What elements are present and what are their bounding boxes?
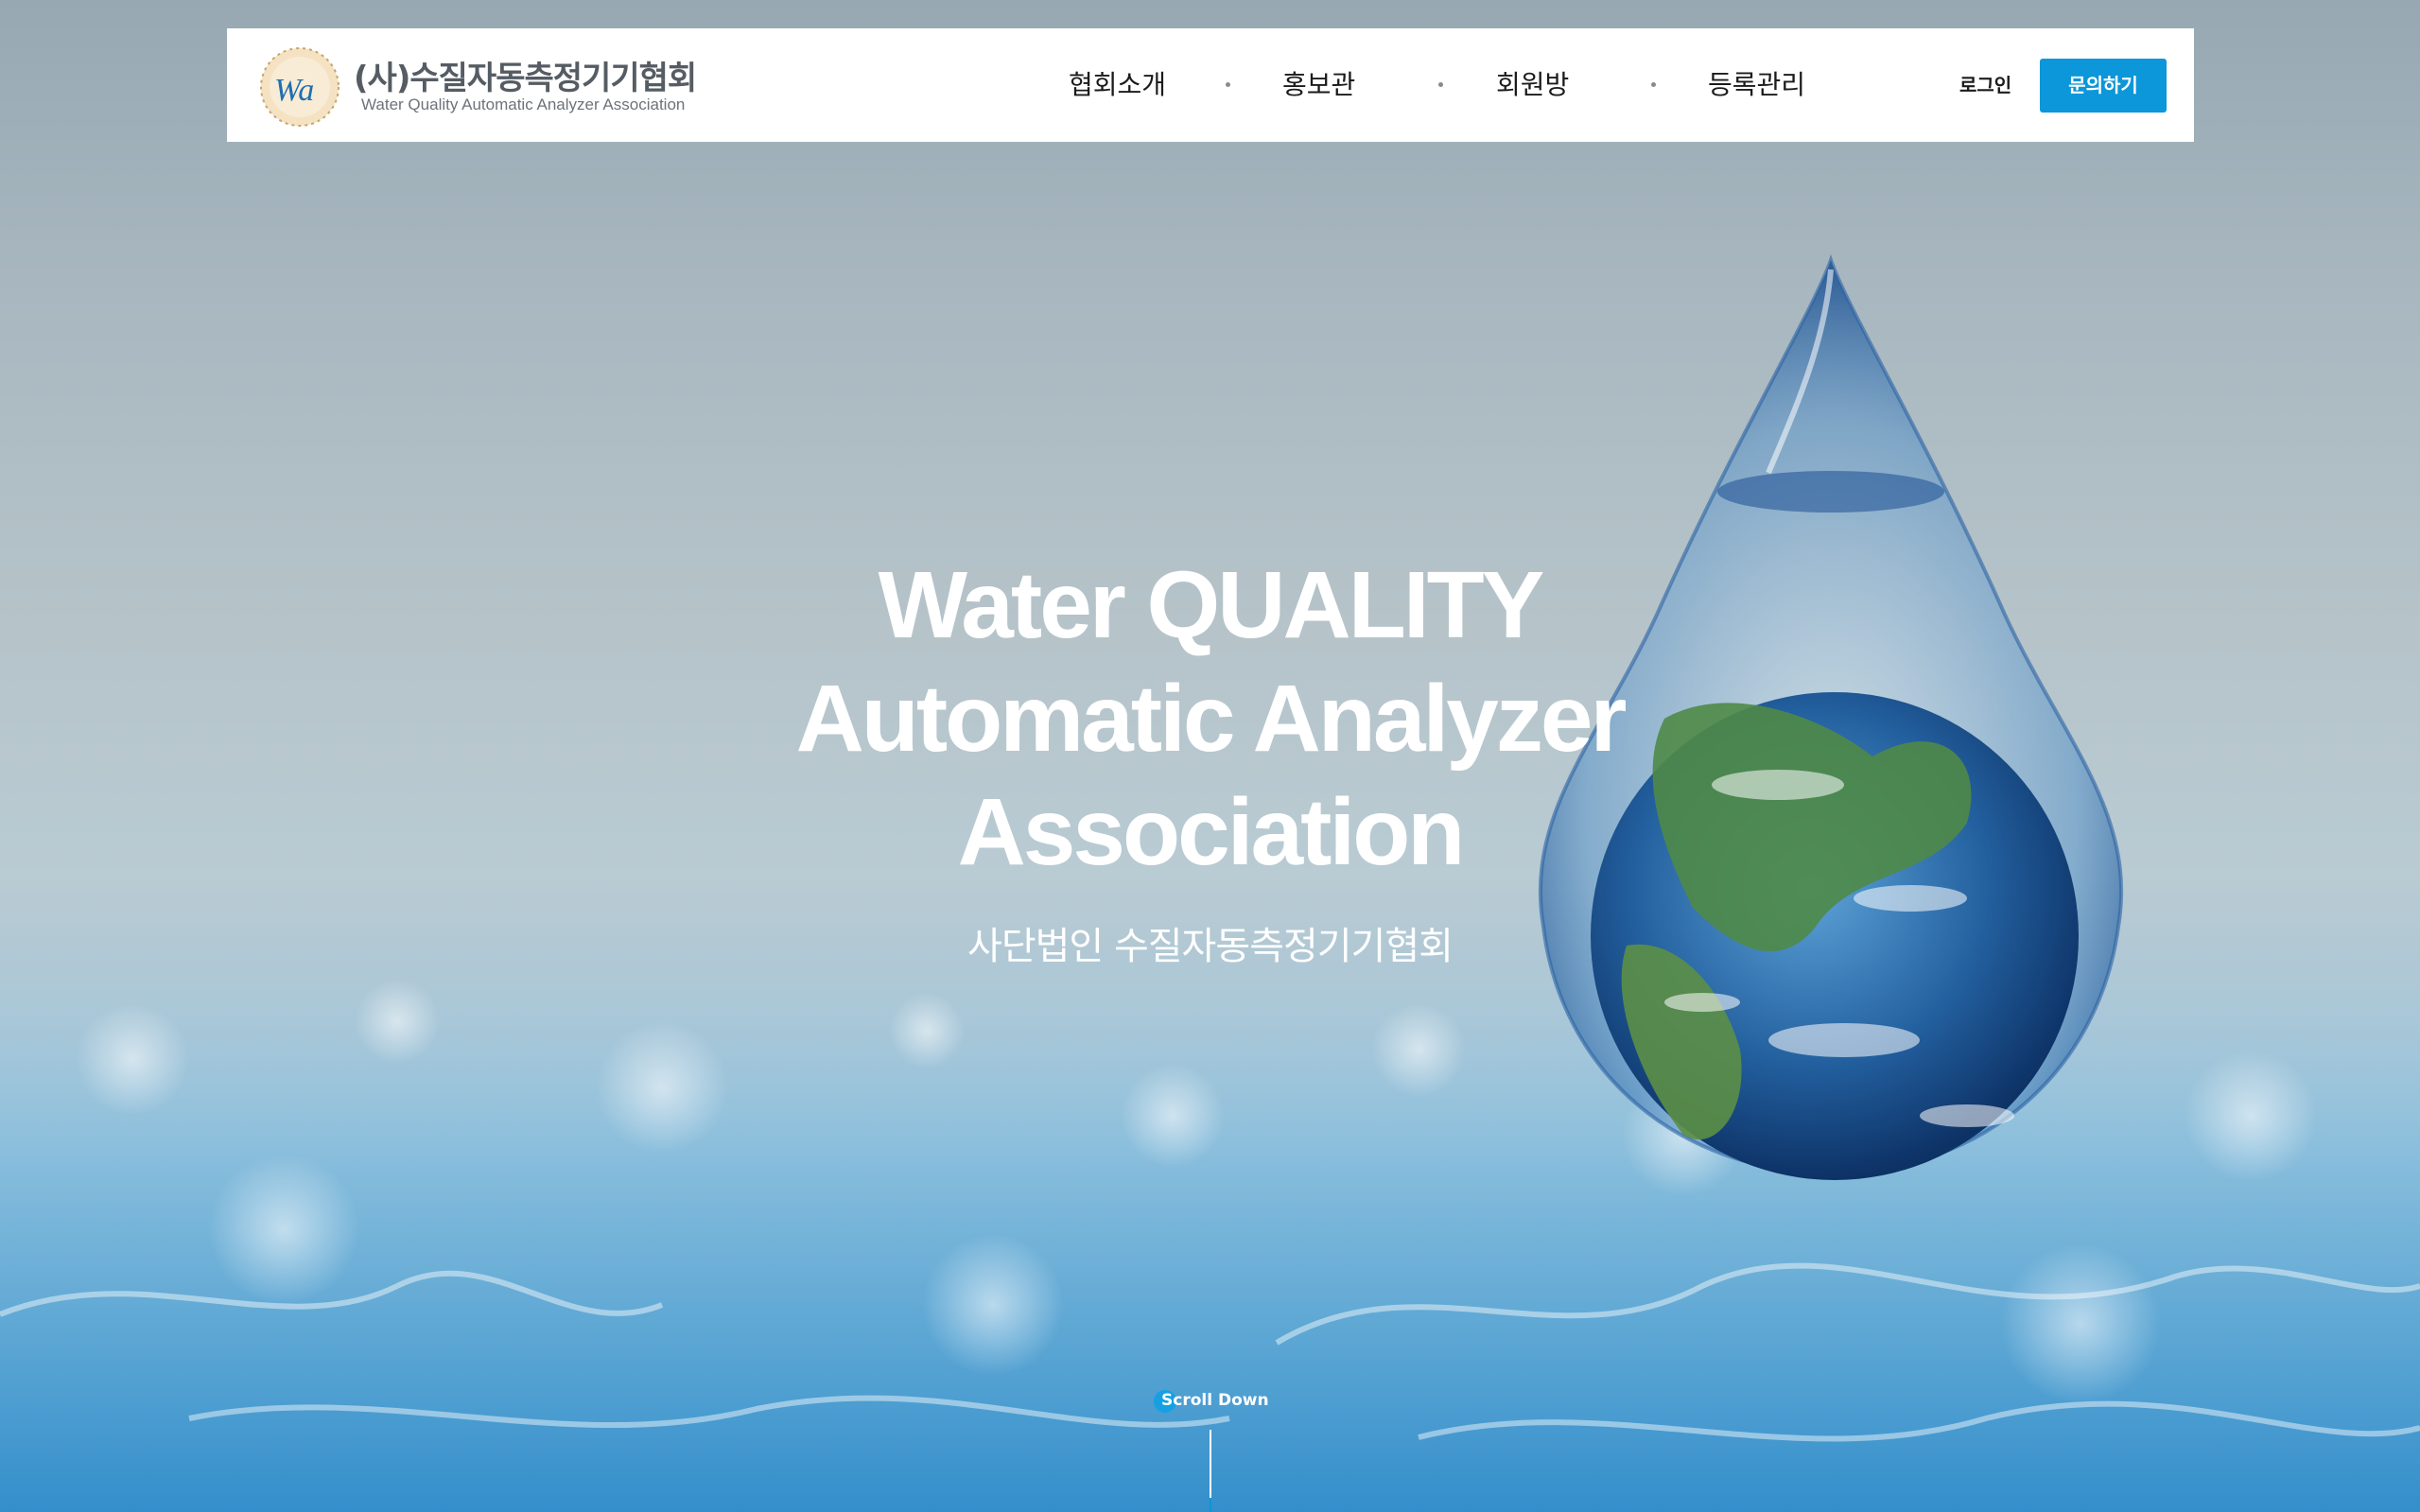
hero-title-line: Water QUALITY: [878, 552, 1545, 658]
hero-title-line: Automatic Analyzer: [795, 666, 1628, 772]
scroll-line-progress: [1210, 1498, 1211, 1512]
nav-item-about[interactable]: 협회소개: [1069, 28, 1166, 142]
wa-emblem-icon: Wa: [260, 47, 339, 127]
hero-title-line: Association: [957, 779, 1466, 885]
site-logo[interactable]: Wa (사)수질자동측정기기협회 Water Quality Automatic…: [259, 44, 697, 127]
site-header: Wa (사)수질자동측정기기협회 Water Quality Automatic…: [227, 28, 2194, 142]
logo-title: (사)수질자동측정기기협회: [354, 60, 697, 97]
hero-subtitle: 사단법인 수질자동측정기기협회: [967, 925, 1454, 968]
nav-separator: [1438, 82, 1443, 87]
logo-emblem-text: Wa: [274, 73, 314, 108]
logo-subtitle: Water Quality Automatic Analyzer Associa…: [361, 96, 686, 113]
scroll-down-indicator[interactable]: Scroll Down: [1135, 1386, 1286, 1512]
nav-item-members[interactable]: 회원방: [1496, 28, 1569, 142]
nav-separator: [1651, 82, 1656, 87]
login-link[interactable]: 로그인: [1959, 28, 2011, 142]
hero-title: Water QUALITY Automatic Analyzer Associa…: [0, 548, 2420, 889]
scroll-down-label: Scroll Down: [1161, 1391, 1269, 1410]
nav-item-registration[interactable]: 등록관리: [1708, 28, 1805, 142]
nav-separator: [1226, 82, 1230, 87]
main-nav: 협회소개 홍보관 회원방 등록관리: [842, 28, 1882, 142]
nav-item-promotion[interactable]: 홍보관: [1282, 28, 1355, 142]
contact-button[interactable]: 문의하기: [2040, 59, 2167, 113]
